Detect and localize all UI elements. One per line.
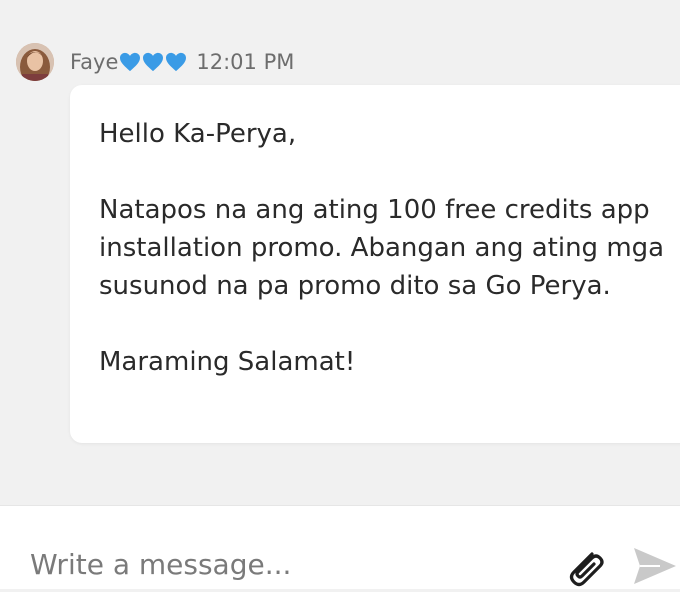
message-header: Faye 12:01 PM: [16, 42, 294, 82]
sender-name-row: Faye: [70, 50, 188, 74]
message-bubble: Hello Ka-Perya, Natapos na ang ating 100…: [70, 85, 680, 443]
blue-heart-icon: [120, 52, 141, 72]
message-line-signoff: Maraming Salamat!: [99, 347, 356, 377]
chat-area: Faye 12:01 PM Hello Ka-Perya, Natapos na…: [0, 0, 680, 505]
message-input[interactable]: [30, 548, 530, 581]
message-body: Hello Ka-Perya, Natapos na ang ating 100…: [99, 115, 669, 381]
hearts-emoji-group: [119, 52, 188, 72]
avatar[interactable]: [16, 43, 54, 81]
blue-heart-icon: [143, 52, 164, 72]
message-line-body: Natapos na ang ating 100 free credits ap…: [99, 195, 665, 301]
sender-name: Faye: [70, 50, 119, 74]
message-line-greeting: Hello Ka-Perya,: [99, 119, 297, 149]
send-icon[interactable]: [630, 544, 680, 588]
blue-heart-icon: [166, 52, 187, 72]
message-timestamp: 12:01 PM: [196, 50, 295, 74]
paperclip-icon[interactable]: [562, 546, 608, 588]
